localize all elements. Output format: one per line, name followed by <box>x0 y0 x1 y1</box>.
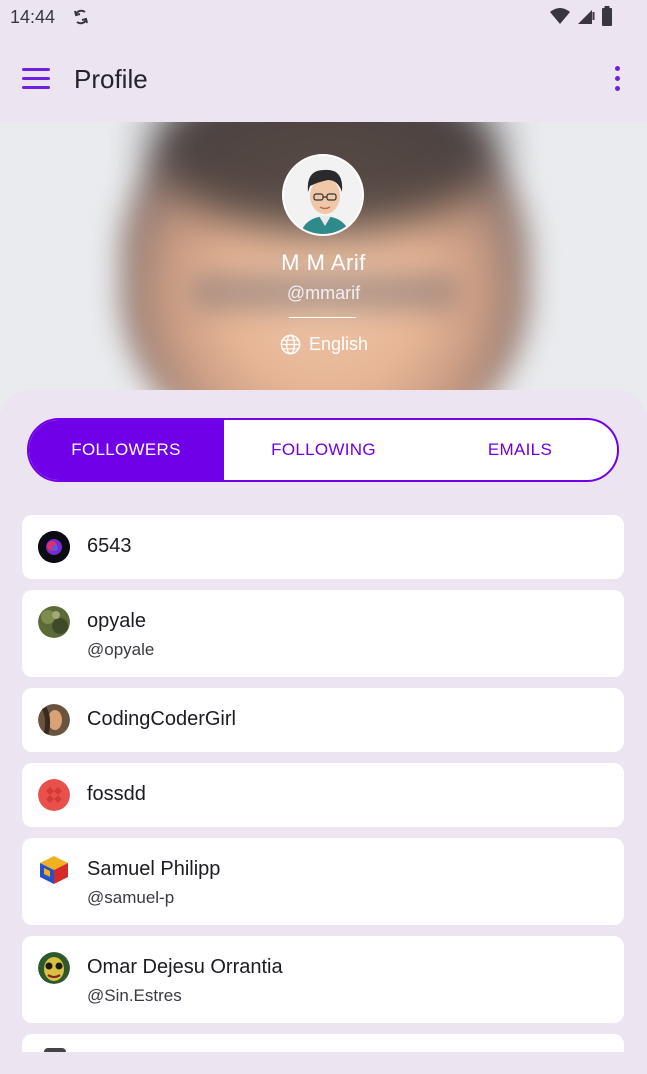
status-time: 14:44 <box>10 6 56 27</box>
avatar <box>44 1048 66 1052</box>
follower-username: @opyale <box>87 640 155 659</box>
tab-following[interactable]: FOLLOWING <box>223 420 423 480</box>
avatar <box>38 531 70 563</box>
wifi-icon <box>550 8 570 24</box>
follower-name: CodingCoderGirl <box>87 708 236 730</box>
profile-divider <box>289 317 356 318</box>
app-bar: Profile <box>0 34 647 122</box>
profile-avatar[interactable] <box>282 154 364 236</box>
avatar <box>38 606 70 638</box>
list-item[interactable] <box>22 1034 624 1052</box>
list-item[interactable]: 6543 <box>22 515 624 579</box>
avatar <box>38 854 70 886</box>
more-options-icon[interactable] <box>613 66 621 94</box>
profile-name: M M Arif <box>281 250 366 275</box>
follower-name: opyale <box>87 610 146 632</box>
list-item[interactable]: fossdd <box>22 763 624 827</box>
list-item[interactable]: Omar Dejesu Orrantia @Sin.Estres <box>22 936 624 1023</box>
follower-username: @Sin.Estres <box>87 986 182 1005</box>
avatar <box>38 952 70 984</box>
language-label: English <box>309 334 369 354</box>
list-item[interactable]: CodingCoderGirl <box>22 688 624 752</box>
status-bar: 14:44 <box>0 0 647 34</box>
follower-name: Omar Dejesu Orrantia <box>87 956 283 978</box>
profile-tabs: FOLLOWERS FOLLOWING EMAILS <box>27 418 619 482</box>
list-item[interactable]: Samuel Philipp @samuel-p <box>22 838 624 925</box>
avatar <box>38 779 70 811</box>
list-item[interactable]: opyale @opyale <box>22 590 624 677</box>
hamburger-menu-icon[interactable] <box>22 68 52 92</box>
follower-name: 6543 <box>87 535 132 557</box>
tab-followers[interactable]: FOLLOWERS <box>29 420 223 480</box>
cell-signal-icon <box>578 10 595 24</box>
page-title: Profile <box>74 64 148 94</box>
avatar <box>38 704 70 736</box>
follower-username: @samuel-p <box>87 888 175 907</box>
sync-status-icon <box>74 9 89 25</box>
globe-icon <box>280 334 301 355</box>
tab-emails[interactable]: EMAILS <box>423 420 617 480</box>
follower-name: fossdd <box>87 783 146 805</box>
profile-language: English <box>280 334 368 355</box>
battery-icon <box>602 6 612 26</box>
follower-name: Samuel Philipp <box>87 858 221 880</box>
profile-username: @mmarif <box>286 283 361 303</box>
